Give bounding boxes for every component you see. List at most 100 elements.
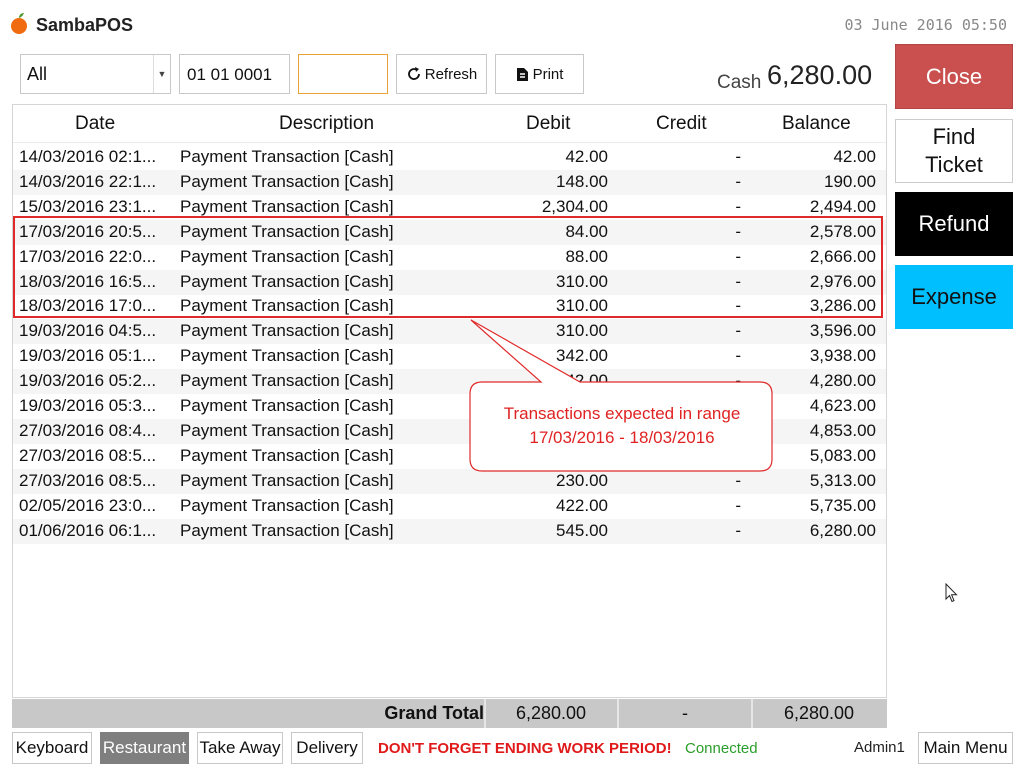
cell-date: 19/03/2016 05:1...	[19, 346, 157, 366]
print-button[interactable]: Print	[495, 54, 584, 94]
cell-balance: 3,596.00	[809, 321, 876, 341]
cell-balance: 42.00	[833, 147, 876, 166]
column-header-description[interactable]: Description	[279, 113, 374, 135]
cell-credit: -	[735, 196, 741, 216]
highlight-box	[13, 216, 883, 318]
refresh-icon	[407, 67, 420, 80]
table-row[interactable]: 02/05/2016 23:0... Payment Transaction [C…	[13, 494, 886, 519]
cell-balance: 3,938.00	[809, 346, 876, 366]
grand-total-debit: 6,280.00	[515, 703, 587, 723]
column-header-credit[interactable]: Credit	[656, 113, 707, 135]
work-period-warning: DON'T FORGET ENDING WORK PERIOD!	[378, 740, 672, 757]
restaurant-button[interactable]: Restaurant	[100, 732, 189, 764]
sambapos-logo-icon	[11, 13, 27, 34]
column-header-date[interactable]: Date	[75, 113, 115, 135]
cell-balance: 5,083.00	[809, 445, 876, 465]
cell-desc: Payment Transaction [Cash]	[180, 420, 394, 440]
main-menu-button[interactable]: Main Menu	[918, 732, 1013, 764]
column-header-balance[interactable]: Balance	[782, 113, 851, 135]
cell-date: 19/03/2016 05:3...	[19, 396, 157, 415]
cell-desc: Payment Transaction [Cash]	[180, 520, 394, 540]
table-row[interactable]: 19/03/2016 05:1... Payment Transaction [C…	[13, 344, 886, 369]
cell-credit: -	[735, 346, 741, 366]
cell-desc: Payment Transaction [Cash]	[180, 470, 394, 490]
cell-debit: 310.00	[556, 321, 608, 341]
table-row[interactable]: 14/03/2016 22:1... Payment Transaction [C…	[13, 169, 886, 195]
cell-date: 01/06/2016 06:1...	[19, 520, 157, 540]
cell-balance: 4,280.00	[809, 371, 876, 391]
refund-button[interactable]: Refund	[895, 192, 1013, 256]
account-select-value: All	[27, 64, 48, 84]
cell-debit: 342.00	[556, 346, 608, 366]
column-header-debit[interactable]: Debit	[526, 113, 570, 135]
table-row[interactable]: 19/03/2016 05:2... Payment Transaction [C…	[13, 369, 886, 395]
cell-debit: 422.00	[556, 495, 608, 515]
cell-balance: 6,280.00	[809, 520, 876, 540]
cell-date: 19/03/2016 05:2...	[19, 371, 157, 391]
cell-credit: -	[735, 147, 741, 166]
callout-line-1: Transactions expected in range	[503, 404, 741, 423]
mouse-pointer-icon	[945, 583, 958, 603]
callout-text: Transactions expected in range 17/03/201…	[472, 402, 772, 450]
header-divider	[13, 142, 886, 143]
cell-debit: 42.00	[565, 147, 608, 166]
transactions-table[interactable]: Date Description Debit Credit Balance 14…	[12, 104, 887, 698]
cell-desc: Payment Transaction [Cash]	[180, 346, 394, 366]
connection-status: Connected	[685, 740, 758, 757]
expense-button[interactable]: Expense	[895, 265, 1013, 329]
cell-date: 02/05/2016 23:0...	[19, 495, 157, 515]
cell-desc: Payment Transaction [Cash]	[180, 495, 394, 515]
table-row[interactable]: 27/03/2016 08:5... Payment Transaction [C…	[13, 468, 886, 494]
cell-balance: 5,735.00	[809, 495, 876, 515]
cell-balance: 2,494.00	[809, 196, 876, 216]
close-button[interactable]: Close	[895, 44, 1013, 109]
cell-desc: Payment Transaction [Cash]	[180, 396, 394, 415]
chevron-down-icon[interactable]: ▼	[153, 55, 170, 93]
cell-date: 14/03/2016 22:1...	[19, 171, 157, 191]
cell-credit: -	[735, 470, 741, 490]
end-date-input[interactable]	[298, 54, 388, 94]
grand-total-balance: 6,280.00	[783, 703, 855, 723]
grand-total-credit: -	[682, 703, 688, 723]
cash-label: Cash	[717, 72, 762, 93]
callout-line-2: 17/03/2016 - 18/03/2016	[529, 428, 715, 447]
start-date-input[interactable]: 01 01 0001	[179, 54, 290, 94]
cell-credit: -	[735, 520, 741, 540]
cell-desc: Payment Transaction [Cash]	[180, 321, 394, 341]
cell-desc: Payment Transaction [Cash]	[180, 196, 394, 216]
app-title: SambaPOS	[36, 15, 134, 35]
clock: 03 June 2016 05:50	[844, 16, 1007, 34]
cell-credit: -	[735, 171, 741, 191]
account-select[interactable]: All ▼	[20, 54, 171, 94]
cell-desc: Payment Transaction [Cash]	[180, 171, 394, 191]
cell-debit: 2,304.00	[541, 196, 608, 216]
cell-desc: Payment Transaction [Cash]	[180, 445, 394, 465]
cell-date: 27/03/2016 08:5...	[19, 470, 157, 490]
cell-balance: 190.00	[824, 171, 876, 191]
cell-date: 15/03/2016 23:1...	[19, 196, 157, 216]
table-row[interactable]: 19/03/2016 04:5... Payment Transaction [C…	[13, 319, 886, 345]
print-icon	[516, 67, 528, 81]
cell-credit: -	[735, 371, 741, 391]
cell-debit: 342.00	[556, 371, 608, 391]
refresh-button[interactable]: Refresh	[396, 54, 487, 94]
keyboard-button[interactable]: Keyboard	[12, 732, 92, 764]
delivery-button[interactable]: Delivery	[291, 732, 363, 764]
cell-balance: 4,853.00	[809, 420, 876, 440]
cell-date: 27/03/2016 08:5...	[19, 445, 157, 465]
find-ticket-button[interactable]: Find Ticket	[895, 119, 1013, 183]
cell-debit: 148.00	[556, 171, 608, 191]
cell-date: 14/03/2016 02:1...	[19, 147, 157, 166]
cell-credit: -	[735, 321, 741, 341]
grand-total-label: Grand Total	[384, 703, 484, 723]
cell-desc: Payment Transaction [Cash]	[180, 371, 394, 391]
table-row[interactable]: 14/03/2016 02:1... Payment Transaction [C…	[13, 145, 886, 170]
start-date-value: 01 01 0001	[187, 65, 273, 84]
cell-credit: -	[735, 495, 741, 515]
cell-date: 27/03/2016 08:4...	[19, 420, 157, 440]
cell-debit: 545.00	[556, 520, 608, 540]
cell-balance: 5,313.00	[809, 470, 876, 490]
cash-balance: 6,280.00	[767, 60, 873, 90]
table-row[interactable]: 01/06/2016 06:1... Payment Transaction [C…	[13, 518, 886, 544]
take-away-button[interactable]: Take Away	[197, 732, 283, 764]
